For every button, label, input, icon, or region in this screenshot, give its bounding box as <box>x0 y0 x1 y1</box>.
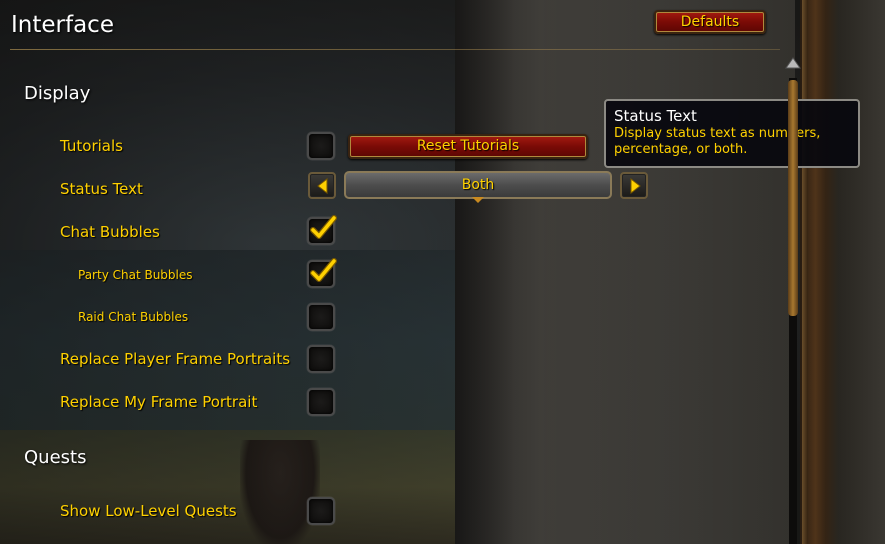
replace-my-frame-portrait-checkbox[interactable] <box>307 388 335 416</box>
status-text-label: Status Text <box>60 180 143 198</box>
tooltip-body: Display status text as numbers, percenta… <box>614 126 821 157</box>
arrow-right-icon <box>630 178 641 194</box>
party-chat-bubbles-label: Party Chat Bubbles <box>78 268 193 282</box>
title-divider <box>10 49 780 50</box>
show-low-level-quests-checkbox[interactable] <box>307 497 335 525</box>
tutorials-label: Tutorials <box>60 137 123 155</box>
checkmark-icon <box>310 258 337 282</box>
replace-my-frame-portrait-label: Replace My Frame Portrait <box>60 393 258 411</box>
section-heading-display: Display <box>24 83 91 104</box>
checkmark-icon <box>310 215 337 239</box>
scrollbar-thumb[interactable] <box>788 80 798 316</box>
raid-chat-bubbles-label: Raid Chat Bubbles <box>78 310 189 324</box>
tooltip-title: Status Text <box>614 107 697 125</box>
defaults-button[interactable]: Defaults <box>654 10 766 34</box>
show-low-level-quests-label: Show Low-Level Quests <box>60 502 237 520</box>
dropdown-indicator-icon <box>472 197 484 203</box>
raid-chat-bubbles-checkbox[interactable] <box>307 303 335 331</box>
reset-tutorials-button[interactable]: Reset Tutorials <box>348 134 588 159</box>
status-text-dropdown[interactable]: Both <box>344 171 612 199</box>
scroll-up-icon[interactable] <box>784 56 802 72</box>
chat-bubbles-checkbox[interactable] <box>307 215 337 245</box>
status-text-next-button[interactable] <box>620 172 648 199</box>
arrow-left-icon <box>317 178 328 194</box>
status-text-prev-button[interactable] <box>308 172 336 199</box>
panel-title: Interface <box>11 12 114 38</box>
status-text-tooltip: Status Text Display status text as numbe… <box>604 99 860 168</box>
chat-bubbles-label: Chat Bubbles <box>60 223 160 241</box>
section-heading-quests: Quests <box>24 447 87 468</box>
replace-player-frame-portraits-label: Replace Player Frame Portraits <box>60 350 291 368</box>
replace-player-frame-portraits-checkbox[interactable] <box>307 345 335 373</box>
tutorials-checkbox[interactable] <box>307 132 335 160</box>
party-chat-bubbles-checkbox[interactable] <box>307 258 337 288</box>
